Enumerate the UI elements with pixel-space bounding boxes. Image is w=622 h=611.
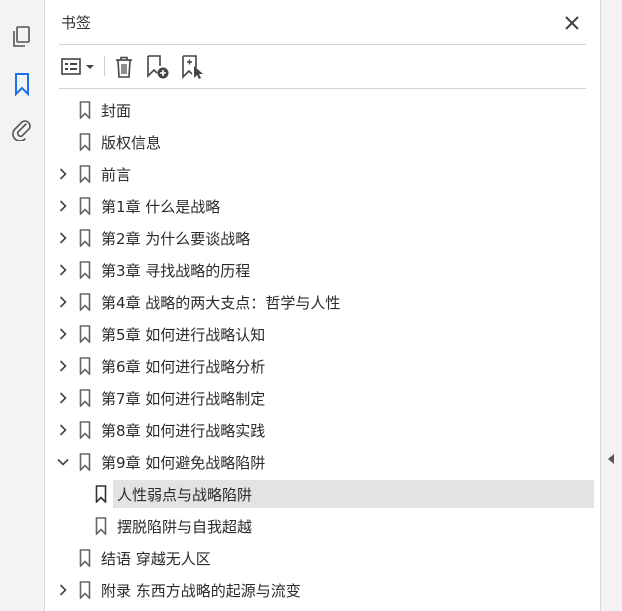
panel-splitter[interactable] xyxy=(600,0,622,611)
bookmark-row[interactable]: 第1章 什么是战略 xyxy=(45,191,600,221)
bookmark-row[interactable]: 前言 xyxy=(45,159,600,189)
bookmark-item-icon xyxy=(78,357,92,375)
bookmark-label: 结语 穿越无人区 xyxy=(101,550,211,568)
pages-icon[interactable] xyxy=(7,22,37,52)
bookmark-item-icon xyxy=(78,421,92,439)
bookmark-label: 第8章 如何进行战略实践 xyxy=(101,422,266,440)
bookmark-label: 第9章 如何避免战略陷阱 xyxy=(101,454,266,472)
bookmark-item-icon xyxy=(94,485,108,503)
chevron-right-icon[interactable] xyxy=(56,583,70,597)
bookmark-item-icon xyxy=(78,101,92,119)
chevron-right-icon[interactable] xyxy=(56,327,70,341)
close-icon[interactable] xyxy=(561,12,583,34)
bookmark-row[interactable]: 第7章 如何进行战略制定 xyxy=(45,383,600,413)
bookmark-label: 版权信息 xyxy=(101,134,162,152)
bookmark-item-icon xyxy=(78,293,92,311)
delete-bookmark-icon[interactable] xyxy=(111,54,137,80)
bookmark-label: 第2章 为什么要谈战略 xyxy=(101,230,251,248)
bookmark-row[interactable]: 第2章 为什么要谈战略 xyxy=(45,223,600,253)
options-menu-button[interactable] xyxy=(59,54,99,80)
bookmark-label: 人性弱点与战略陷阱 xyxy=(117,486,253,504)
bookmark-label: 附录 东西方战略的起源与流变 xyxy=(101,582,301,600)
chevron-right-icon[interactable] xyxy=(56,359,70,373)
options-menu-icon xyxy=(61,58,94,75)
toolbar-divider xyxy=(59,88,586,89)
chevron-right-icon[interactable] xyxy=(56,423,70,437)
bookmark-label: 第7章 如何进行战略制定 xyxy=(101,390,266,408)
bookmark-label: 第3章 寻找战略的历程 xyxy=(101,262,251,280)
new-bookmark-icon[interactable] xyxy=(144,54,172,80)
header-divider xyxy=(59,44,586,45)
bookmark-icon[interactable] xyxy=(7,69,37,99)
bookmark-label: 第5章 如何进行战略认知 xyxy=(101,326,266,344)
bookmark-item-icon xyxy=(78,165,92,183)
bookmark-label: 摆脱陷阱与自我超越 xyxy=(117,518,253,536)
attachment-icon[interactable] xyxy=(7,114,37,144)
chevron-right-icon[interactable] xyxy=(56,231,70,245)
bookmark-item-icon xyxy=(78,133,92,151)
new-bookmark-from-structure-icon[interactable] xyxy=(179,54,207,80)
bookmark-row[interactable]: 封面 xyxy=(45,95,600,125)
bookmark-item-icon xyxy=(78,229,92,247)
bookmark-row[interactable]: 第3章 寻找战略的历程 xyxy=(45,255,600,285)
chevron-right-icon[interactable] xyxy=(56,295,70,309)
bookmark-row[interactable]: 版权信息 xyxy=(45,127,600,157)
bookmark-item-icon xyxy=(78,389,92,407)
panel-title: 书签 xyxy=(61,14,92,32)
bookmark-row[interactable]: 结语 穿越无人区 xyxy=(45,543,600,573)
bookmark-row[interactable]: 摆脱陷阱与自我超越 xyxy=(45,511,600,541)
navigation-rail xyxy=(0,0,45,611)
bookmark-label: 第6章 如何进行战略分析 xyxy=(101,358,266,376)
chevron-right-icon[interactable] xyxy=(56,263,70,277)
bookmark-row[interactable]: 第5章 如何进行战略认知 xyxy=(45,319,600,349)
bookmark-row[interactable]: 附录 东西方战略的起源与流变 xyxy=(45,575,600,605)
bookmark-row[interactable]: 第4章 战略的两大支点：哲学与人性 xyxy=(45,287,600,317)
bookmark-item-icon xyxy=(94,517,108,535)
bookmark-item-icon xyxy=(78,549,92,567)
bookmark-row[interactable]: 第8章 如何进行战略实践 xyxy=(45,415,600,445)
chevron-right-icon[interactable] xyxy=(56,199,70,213)
bookmark-row[interactable]: 第9章 如何避免战略陷阱 xyxy=(45,447,600,477)
bookmarks-panel: 书签 封面 版权信息 前言 第1章 什么是战略 第2章 为什么要谈战略 第3章 … xyxy=(45,0,600,611)
bookmark-label: 第4章 战略的两大支点：哲学与人性 xyxy=(101,294,341,312)
bookmark-label: 前言 xyxy=(101,166,132,184)
chevron-right-icon[interactable] xyxy=(56,391,70,405)
bookmark-item-icon xyxy=(78,261,92,279)
bookmark-item-icon xyxy=(78,325,92,343)
bookmark-label: 封面 xyxy=(101,102,132,120)
chevron-down-icon[interactable] xyxy=(56,455,70,469)
collapse-panel-icon[interactable] xyxy=(606,452,616,466)
bookmark-item-icon xyxy=(78,197,92,215)
bookmark-label: 第1章 什么是战略 xyxy=(101,198,221,216)
bookmark-row[interactable]: 人性弱点与战略陷阱 xyxy=(45,479,600,509)
bookmark-item-icon xyxy=(78,453,92,471)
bookmark-item-icon xyxy=(78,581,92,599)
toolbar-separator xyxy=(104,56,105,76)
bookmark-row[interactable]: 第6章 如何进行战略分析 xyxy=(45,351,600,381)
chevron-right-icon[interactable] xyxy=(56,167,70,181)
